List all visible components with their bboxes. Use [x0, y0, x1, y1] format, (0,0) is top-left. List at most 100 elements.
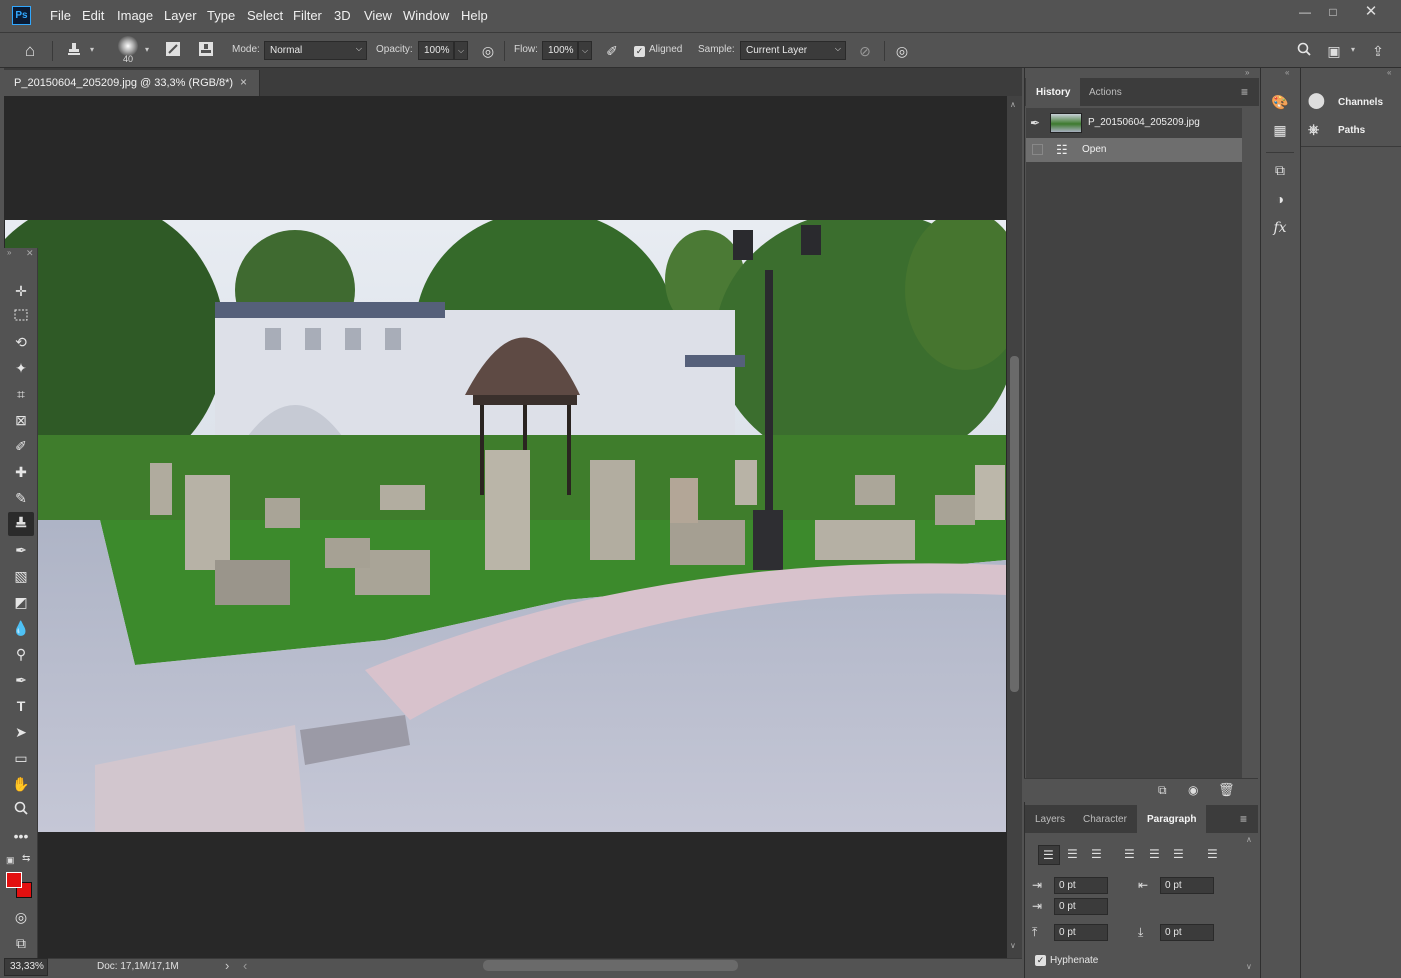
close-window-icon[interactable]: ✕: [1360, 3, 1382, 21]
justify-last-center-icon[interactable]: ☰: [1149, 847, 1160, 861]
space-before-input[interactable]: 0 pt: [1054, 924, 1108, 941]
hyphenate-checkbox[interactable]: ✓: [1035, 954, 1046, 966]
ignore-adjustment-icon[interactable]: ⊘: [855, 41, 875, 61]
brush-preview-icon[interactable]: [118, 36, 138, 56]
home-icon[interactable]: ⌂: [20, 41, 40, 61]
crop-tool-icon[interactable]: ⌗: [8, 382, 34, 406]
chevron-down-icon[interactable]: ⌵: [454, 41, 468, 60]
clone-stamp-preset-icon[interactable]: [64, 41, 84, 61]
menu-filter[interactable]: Filter: [293, 8, 322, 23]
aligned-checkbox[interactable]: ✓: [634, 45, 645, 57]
align-center-icon[interactable]: ☰: [1067, 847, 1078, 861]
horizontal-scrollbar-thumb[interactable]: [483, 960, 738, 971]
paths-button[interactable]: ⎈ Paths: [1308, 119, 1396, 141]
space-after-input[interactable]: 0 pt: [1160, 924, 1214, 941]
collapse-panel-icon[interactable]: »: [1245, 68, 1249, 77]
menu-file[interactable]: File: [50, 8, 71, 23]
collapse-toolbar-icon[interactable]: »: [7, 248, 11, 257]
chevron-down-icon[interactable]: ▾: [145, 45, 149, 54]
tab-character[interactable]: Character: [1073, 805, 1137, 833]
chevron-down-icon[interactable]: ▾: [90, 45, 94, 54]
justify-last-left-icon[interactable]: ☰: [1124, 847, 1135, 861]
camera-icon[interactable]: ◉: [1188, 783, 1198, 797]
menu-image[interactable]: Image: [117, 8, 153, 23]
menu-layer[interactable]: Layer: [164, 8, 197, 23]
lasso-tool-icon[interactable]: ⟲: [8, 330, 34, 354]
collapse-dock-icon[interactable]: «: [1387, 68, 1391, 77]
document-image[interactable]: [5, 220, 1006, 832]
trash-icon[interactable]: 🗑: [1218, 782, 1235, 798]
scroll-up-icon[interactable]: ∧: [1010, 100, 1016, 109]
move-tool-icon[interactable]: ✛: [8, 279, 34, 303]
opacity-input[interactable]: 100%: [418, 41, 454, 60]
status-menu-arrow-icon[interactable]: ›: [225, 958, 229, 973]
history-brush-tool-icon[interactable]: ✒: [8, 538, 34, 562]
libraries-icon[interactable]: ⧉: [1269, 159, 1291, 181]
tab-actions[interactable]: Actions: [1079, 78, 1132, 106]
swap-colors-icon[interactable]: ⇆: [22, 853, 30, 864]
scroll-down-icon[interactable]: ∨: [1010, 941, 1016, 950]
dodge-tool-icon[interactable]: ⚲: [8, 642, 34, 666]
pressure-size-icon[interactable]: ◎: [892, 41, 912, 61]
chevron-down-icon[interactable]: ▾: [1351, 45, 1355, 54]
clone-source-icon[interactable]: [196, 41, 216, 61]
magic-wand-tool-icon[interactable]: ✦: [8, 356, 34, 380]
default-colors-icon[interactable]: ▣: [6, 855, 15, 866]
menu-3d[interactable]: 3D: [334, 8, 351, 23]
paint-bucket-tool-icon[interactable]: ◩: [8, 590, 34, 614]
tab-paragraph[interactable]: Paragraph: [1137, 805, 1207, 833]
history-brush-source-icon[interactable]: ✒: [1030, 116, 1040, 130]
channels-button[interactable]: ⬤ Channels: [1308, 91, 1396, 113]
justify-last-right-icon[interactable]: ☰: [1173, 847, 1184, 861]
tab-layers[interactable]: Layers: [1025, 805, 1075, 833]
adjustments-icon[interactable]: ◑: [1269, 188, 1291, 210]
close-toolbar-icon[interactable]: ✕: [26, 248, 34, 259]
pen-tool-icon[interactable]: ✒: [8, 668, 34, 692]
scroll-up-icon[interactable]: ∧: [1246, 835, 1252, 844]
healing-brush-tool-icon[interactable]: ✚: [8, 460, 34, 484]
quick-mask-icon[interactable]: ◎: [8, 905, 34, 929]
share-icon[interactable]: ⇪: [1368, 41, 1388, 61]
screen-mode-icon[interactable]: ⧉: [8, 931, 34, 955]
menu-select[interactable]: Select: [247, 8, 283, 23]
maximize-icon[interactable]: □: [1322, 3, 1344, 21]
menu-type[interactable]: Type: [207, 8, 235, 23]
brush-settings-icon[interactable]: [163, 41, 183, 61]
new-document-from-state-icon[interactable]: ⧉: [1158, 783, 1167, 798]
flow-input[interactable]: 100%: [542, 41, 578, 60]
styles-fx-icon[interactable]: fx: [1269, 217, 1291, 239]
mode-select[interactable]: Normal ⌵: [264, 41, 367, 60]
history-step[interactable]: ☷ Open: [1026, 138, 1242, 162]
frame-tool-icon[interactable]: ⊠: [8, 408, 34, 432]
workspace-icon[interactable]: ▣: [1324, 41, 1344, 61]
pressure-opacity-icon[interactable]: ◎: [478, 41, 498, 61]
rectangle-tool-icon[interactable]: ▭: [8, 746, 34, 770]
marquee-tool-icon[interactable]: [8, 304, 34, 328]
scroll-down-icon[interactable]: ∨: [1246, 962, 1252, 971]
menu-edit[interactable]: Edit: [82, 8, 104, 23]
path-selection-tool-icon[interactable]: ➤: [8, 720, 34, 744]
align-left-button[interactable]: ☰: [1038, 845, 1060, 865]
scroll-left-icon[interactable]: ‹: [243, 958, 247, 973]
chevron-down-icon[interactable]: ⌵: [578, 41, 592, 60]
eraser-tool-icon[interactable]: ▧: [8, 564, 34, 588]
sample-select[interactable]: Current Layer ⌵: [740, 41, 846, 60]
expand-dock-icon[interactable]: «: [1285, 68, 1289, 77]
vertical-scrollbar-thumb[interactable]: [1010, 356, 1019, 692]
color-palette-icon[interactable]: 🎨: [1269, 91, 1291, 113]
brush-tool-icon[interactable]: ✎: [8, 486, 34, 510]
align-right-icon[interactable]: ☰: [1091, 847, 1102, 861]
close-tab-icon[interactable]: ×: [240, 75, 247, 89]
foreground-color-swatch[interactable]: [6, 872, 22, 888]
menu-view[interactable]: View: [364, 8, 392, 23]
indent-right-input[interactable]: 0 pt: [1160, 877, 1214, 894]
history-brush-checkbox[interactable]: [1032, 144, 1043, 155]
zoom-tool-icon[interactable]: [8, 798, 34, 822]
airbrush-icon[interactable]: ✐: [602, 41, 622, 61]
justify-all-icon[interactable]: ☰: [1207, 847, 1218, 861]
panel-menu-icon[interactable]: ≡: [1241, 85, 1248, 99]
document-tab[interactable]: P_20150604_205209.jpg @ 33,3% (RGB/8*) ×: [4, 70, 260, 96]
swatches-grid-icon[interactable]: ▦: [1269, 119, 1291, 141]
clone-stamp-tool-icon[interactable]: [8, 512, 34, 536]
indent-left-input[interactable]: 0 pt: [1054, 877, 1108, 894]
